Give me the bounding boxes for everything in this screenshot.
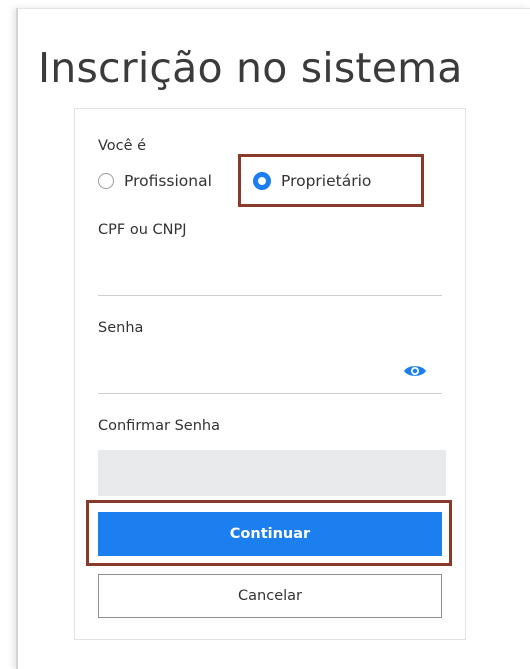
radio-profissional[interactable]: Profissional — [98, 172, 212, 190]
page-title: Inscrição no sistema — [38, 44, 463, 92]
cancel-button[interactable]: Cancelar — [98, 574, 442, 618]
password-input[interactable] — [98, 363, 398, 394]
user-type-label: Você é — [98, 138, 147, 154]
radio-unchecked-icon — [98, 173, 114, 189]
confirm-password-input[interactable] — [98, 450, 446, 496]
password-underline — [98, 393, 442, 394]
highlight-box-continue — [86, 500, 452, 566]
document-input[interactable] — [98, 265, 442, 296]
confirm-password-label: Confirmar Senha — [98, 418, 220, 434]
eye-icon[interactable] — [403, 363, 427, 379]
radio-profissional-label: Profissional — [124, 172, 212, 190]
password-label: Senha — [98, 320, 144, 336]
highlight-box-proprietario — [238, 154, 424, 207]
document-label: CPF ou CNPJ — [98, 222, 187, 238]
